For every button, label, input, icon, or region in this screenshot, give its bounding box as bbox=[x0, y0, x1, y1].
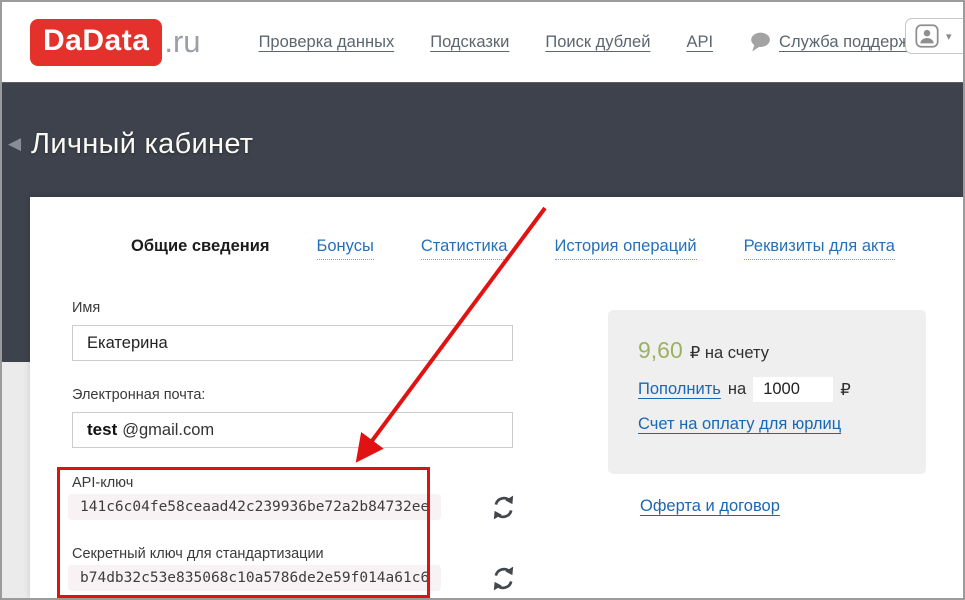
topup-row: Пополнить на ₽ bbox=[638, 377, 896, 402]
balance-amount: 9,60 bbox=[638, 337, 683, 364]
nav-links: Проверка данных Подсказки Поиск дублей A… bbox=[259, 31, 926, 53]
nav-link-api[interactable]: API bbox=[686, 33, 713, 52]
topup-link[interactable]: Пополнить bbox=[638, 380, 721, 399]
account-menu-button[interactable]: ▾ bbox=[905, 18, 965, 54]
account-tabs: Общие сведения Бонусы Статистика История… bbox=[131, 237, 895, 260]
nav-link-suggestions[interactable]: Подсказки bbox=[430, 33, 509, 52]
user-icon bbox=[915, 24, 939, 48]
currency-symbol: ₽ bbox=[840, 380, 851, 400]
name-label: Имя bbox=[72, 300, 100, 316]
tab-statistics[interactable]: Статистика bbox=[421, 237, 508, 260]
nav-link-duplicate-search[interactable]: Поиск дублей bbox=[545, 33, 650, 52]
top-navigation: DaData .ru Проверка данных Подсказки Пои… bbox=[2, 2, 963, 82]
email-user-part: test bbox=[87, 420, 117, 440]
refresh-icon bbox=[490, 565, 518, 592]
page-frame: DaData .ru Проверка данных Подсказки Пои… bbox=[0, 0, 965, 600]
logo-tld: .ru bbox=[164, 24, 200, 60]
logo-brand: DaData bbox=[30, 19, 162, 66]
speech-bubble-icon bbox=[749, 31, 771, 53]
email-input[interactable]: test @gmail.com bbox=[72, 412, 513, 448]
billing-panel: 9,60 ₽ на счету Пополнить на ₽ Счет на о… bbox=[608, 310, 926, 474]
offer-contract-link[interactable]: Оферта и договор bbox=[640, 497, 780, 516]
dadata-logo[interactable]: DaData .ru bbox=[30, 19, 201, 66]
tab-operation-history[interactable]: История операций bbox=[555, 237, 697, 260]
account-card: Общие сведения Бонусы Статистика История… bbox=[30, 197, 963, 598]
support-link[interactable]: Служба поддержки bbox=[749, 31, 926, 53]
tab-general-info[interactable]: Общие сведения bbox=[131, 237, 270, 260]
support-label: Служба поддержки bbox=[779, 33, 926, 52]
secret-key-label: Секретный ключ для стандартизации bbox=[72, 546, 324, 562]
secret-key-value[interactable]: b74db32c53e835068c10a5786de2e59f014a61c6 bbox=[68, 565, 441, 591]
chevron-down-icon: ▾ bbox=[946, 30, 952, 43]
name-input[interactable] bbox=[72, 325, 513, 361]
tab-bonuses[interactable]: Бонусы bbox=[317, 237, 374, 260]
topup-amount-input[interactable] bbox=[753, 377, 833, 402]
api-key-refresh-button[interactable] bbox=[490, 493, 518, 521]
topup-preposition: на bbox=[728, 380, 746, 399]
email-domain-part: @gmail.com bbox=[122, 421, 214, 440]
refresh-icon bbox=[490, 494, 518, 521]
api-key-value[interactable]: 141c6c04fe58ceaad42c239936be72a2b84732ee bbox=[68, 494, 441, 520]
api-key-label: API-ключ bbox=[72, 475, 133, 491]
tab-act-details[interactable]: Реквизиты для акта bbox=[744, 237, 895, 260]
balance-row: 9,60 ₽ на счету bbox=[638, 337, 896, 364]
chevron-left-icon[interactable]: ◀ bbox=[8, 134, 21, 154]
secret-key-refresh-button[interactable] bbox=[490, 564, 518, 592]
page-title: Личный кабинет bbox=[31, 128, 253, 161]
balance-suffix: ₽ на счету bbox=[690, 343, 769, 363]
nav-link-data-check[interactable]: Проверка данных bbox=[259, 33, 395, 52]
invoice-link[interactable]: Счет на оплату для юрлиц bbox=[638, 415, 896, 434]
email-label: Электронная почта: bbox=[72, 387, 205, 403]
